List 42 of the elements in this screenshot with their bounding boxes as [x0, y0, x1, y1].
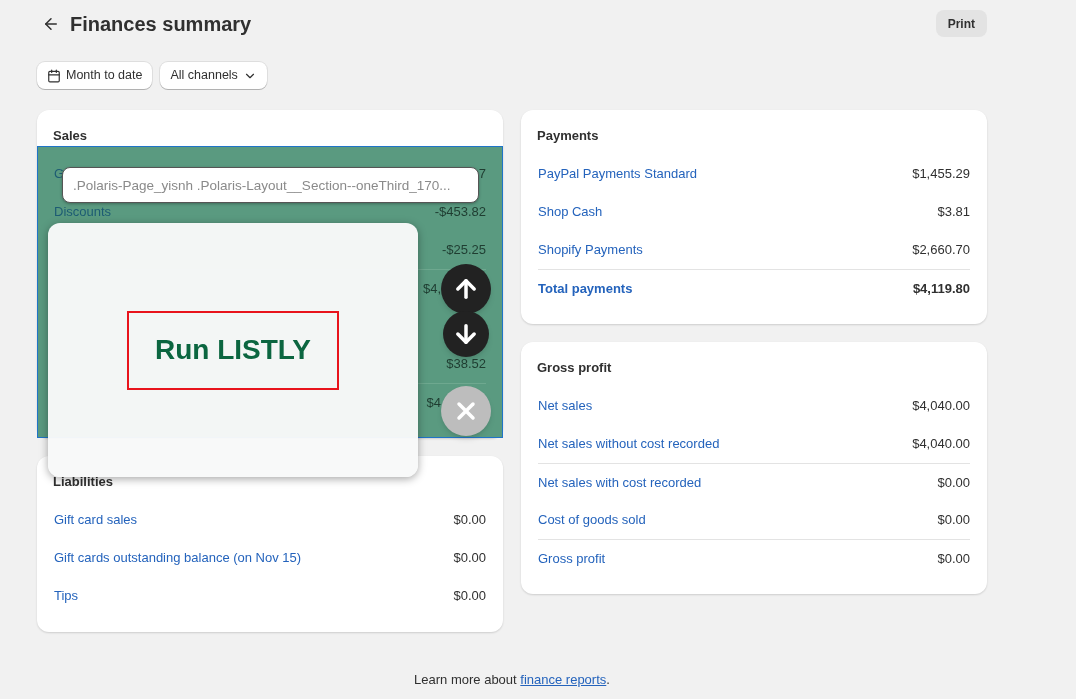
report-link[interactable]: Gross profit [538, 548, 606, 569]
card-title: Sales [52, 127, 88, 145]
channel-dropdown[interactable]: All channels [160, 62, 267, 89]
amount: $3.81 [937, 203, 970, 222]
report-link[interactable]: Total payments [538, 278, 633, 299]
amount: $1,455.29 [912, 165, 970, 184]
amount: $0.00 [937, 511, 970, 530]
report-link[interactable]: Gift card sales [54, 510, 138, 530]
amount: -$25.25 [441, 241, 486, 260]
report-link[interactable]: Gift cards outstanding balance (on Nov 15) [54, 548, 302, 568]
report-link[interactable]: Tips [54, 586, 79, 606]
amount: $4, [422, 279, 441, 298]
report-link[interactable]: PayPal Payments Standard [538, 164, 697, 184]
card-title: Gross profit [536, 359, 613, 377]
report-link[interactable]: Net sales [538, 396, 593, 416]
amount: $4,040.00 [912, 397, 970, 416]
amount: $0.00 [453, 587, 486, 606]
calendar-icon [47, 68, 61, 83]
report-link[interactable]: Shopify Payments [538, 240, 643, 260]
selector-field[interactable]: .Polaris-Page_yisnh .Polaris-Layout__Section--oneThird_170... [62, 167, 479, 203]
amount: $0.00 [937, 473, 970, 492]
amount: 7 [478, 165, 486, 184]
card-title: Payments [536, 127, 600, 145]
amount: $38.52 [446, 355, 486, 374]
footer-text: Learn more about finance reports. [413, 671, 611, 689]
amount: $0.00 [453, 549, 486, 568]
amount: -$453.82 [434, 203, 486, 222]
amount: $0.00 [453, 511, 486, 530]
report-link[interactable]: Cost of goods sold [538, 510, 646, 530]
page-title: Finances summary [70, 11, 252, 37]
date-range-button[interactable]: Month to date [37, 62, 153, 89]
run-listly-button[interactable]: Run LISTLY [127, 310, 339, 390]
amount: $4,040.00 [912, 435, 970, 454]
amount: $4,119.80 [912, 279, 970, 298]
report-link[interactable]: Net sales with cost recorded [538, 472, 702, 493]
report-link[interactable]: Net sales without cost recorded [538, 434, 720, 454]
amount: $0.00 [937, 549, 970, 568]
amount: $4 [426, 393, 441, 412]
report-link[interactable]: Shop Cash [538, 202, 603, 222]
amount: $2,660.70 [912, 241, 970, 260]
card-title: Liabilities [52, 473, 114, 491]
print-button[interactable]: Print [935, 10, 987, 37]
